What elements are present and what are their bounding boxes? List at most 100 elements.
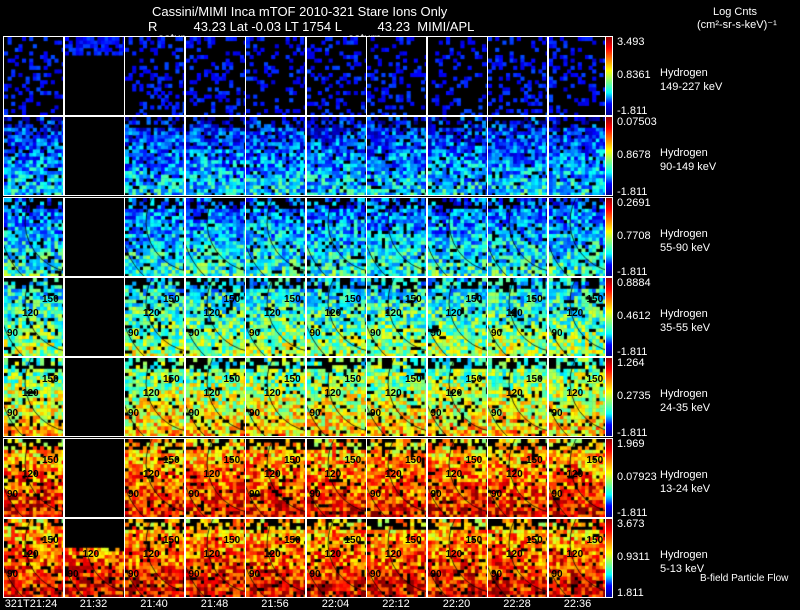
time-tick-label: 21:40 [140, 598, 168, 610]
contour-label: 150 [344, 534, 362, 546]
bfield-legend: B-field Particle Flow [700, 573, 789, 584]
heatmap-panel: 90 120 150 [3, 517, 64, 598]
heatmap-cells [367, 197, 426, 276]
contour-label: 90 [551, 408, 563, 420]
colorbar-tick-label: 0.2691 [617, 196, 651, 209]
colorbar-tick-label: 0.9311 [617, 550, 650, 563]
energy-channel-label: Hydrogen 24-35 keV [660, 387, 710, 415]
heatmap-panel [547, 196, 609, 277]
colorbar [605, 196, 613, 277]
heatmap-panel [124, 116, 185, 197]
heatmap-panel: 90 120 150 [124, 437, 185, 518]
time-tick-label: 22:12 [382, 598, 410, 610]
heatmap-panel [426, 196, 488, 277]
contour-label: 90 [491, 568, 503, 580]
colorbar [605, 437, 613, 518]
heatmap-cells [125, 117, 184, 196]
contour-label: 120 [143, 468, 160, 480]
contour-label: 120 [22, 548, 39, 560]
contour-label: 150 [163, 293, 180, 305]
heatmap-panel [3, 36, 64, 116]
contour-label: 90 [188, 568, 200, 580]
contour-label: 120 [82, 548, 100, 560]
contour-label: 90 [7, 568, 19, 580]
heatmap-panel [184, 196, 246, 277]
heatmap-cells [306, 117, 366, 196]
heatmap-panel: 90 120 150 [124, 276, 185, 357]
units-title: Log Cnts [713, 6, 758, 18]
contour-label: 150 [465, 534, 483, 546]
heatmap-panel [305, 36, 367, 116]
heatmap-cells [488, 197, 547, 276]
contour-label: 90 [430, 488, 442, 500]
species-label: Hydrogen [660, 548, 708, 561]
heatmap-cells [4, 117, 63, 196]
contour-label: 90 [249, 568, 261, 580]
colorbar-tick-label: 3.673 [617, 517, 645, 530]
energy-channel-label: Hydrogen 55-90 keV [660, 227, 710, 255]
contour-label: 150 [405, 374, 422, 386]
heatmap-cells [125, 37, 184, 115]
heatmap-panel [245, 196, 306, 277]
energy-channel-label: Hydrogen 90-149 keV [660, 146, 716, 174]
heatmap-panel: 90 120 150 [305, 276, 367, 357]
contour-label: 150 [405, 534, 422, 546]
contour-label: 120 [506, 388, 523, 400]
colorbar-tick-label: 0.7708 [617, 229, 651, 242]
contour-label: 150 [223, 454, 241, 466]
heatmap-cells [246, 117, 305, 196]
heatmap-cells [427, 117, 487, 196]
contour-label: 90 [128, 568, 140, 580]
contour-label: 90 [188, 408, 200, 420]
heatmap-panel: 90 120 150 [547, 276, 609, 357]
contour-label: 120 [203, 307, 221, 319]
contour-label: 90 [430, 568, 442, 580]
heatmap-panel [426, 116, 488, 197]
orbit-info: R 43.23 Lat -0.03 LT 1754 L 43.23 MIMI/A… [148, 19, 475, 34]
contour-label: 150 [405, 454, 422, 466]
heatmap-panel: 90 120 150 [366, 276, 427, 357]
energy-range-label: 90-149 keV [660, 161, 717, 174]
contour-label: 150 [42, 374, 59, 386]
contour-label: 150 [405, 293, 422, 305]
heatmap-panel: 90 120 150 [63, 517, 125, 598]
heatmap-panel [487, 36, 548, 116]
contour-label: 150 [163, 534, 180, 546]
contour-label: 90 [128, 408, 140, 420]
colorbar-tick-label: 0.8361 [617, 69, 651, 82]
heatmap-panel [124, 36, 185, 116]
contour-label: 120 [22, 307, 39, 319]
contour-label: 120 [506, 307, 523, 319]
heatmap-panel [245, 36, 306, 116]
contour-label: 150 [586, 454, 604, 466]
contour-label: 150 [42, 534, 59, 546]
colorbar-tick-label: 0.4612 [617, 310, 651, 323]
heatmap-cells [367, 37, 426, 115]
contour-label: 120 [445, 468, 463, 480]
contour-label: 150 [526, 374, 543, 386]
heatmap-panel [63, 196, 125, 277]
heatmap-cells [125, 197, 184, 276]
contour-label: 120 [506, 468, 523, 480]
contour-label: 90 [7, 327, 19, 339]
contour-label: 90 [370, 568, 382, 580]
plot-title: Cassini/MIMI Inca mTOF 2010-321 Stare Io… [152, 4, 448, 19]
heatmap-panel: 90 120 150 [184, 437, 246, 518]
heatmap-panel: 90 120 150 [305, 517, 367, 598]
heatmap-cells [246, 197, 305, 276]
heatmap-panel [63, 276, 125, 357]
heatmap-panel [3, 116, 64, 197]
heatmap-panel [245, 116, 306, 197]
energy-range-label: 24-35 keV [660, 402, 711, 415]
contour-label: 90 [430, 408, 442, 420]
colorbar [605, 36, 613, 116]
contour-label: 90 [249, 327, 261, 339]
contour-label: 90 [128, 488, 140, 500]
time-tick-label: 22:28 [503, 598, 531, 610]
heatmap-panel: 90 120 150 [3, 437, 64, 518]
heatmap-grid: 90 120 150 90 120 150 90 120 150 90 120 150 90 120 150… [3, 36, 609, 598]
heatmap-panel: 90 120 150 [487, 437, 548, 518]
heatmap-panel [305, 116, 367, 197]
time-tick-label: 22:36 [563, 598, 592, 610]
heatmap-panel [63, 116, 125, 197]
